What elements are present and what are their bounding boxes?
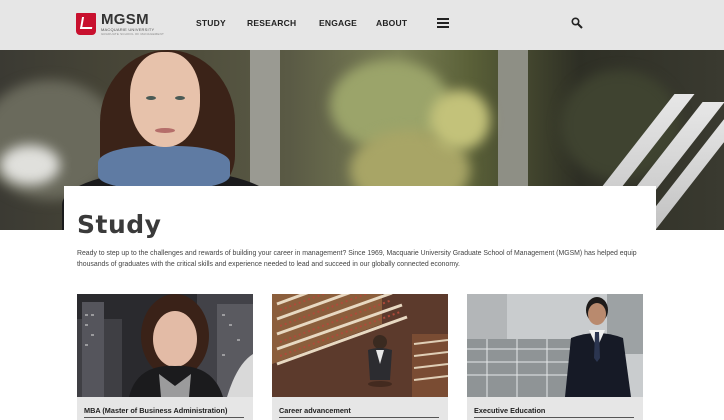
hero-portrait-eye (175, 96, 185, 100)
site-header: MGSM MACQUARIE UNIVERSITY GRADUATE SCHOO… (0, 0, 724, 50)
search-icon[interactable] (571, 16, 583, 29)
mgsm-logo[interactable]: MGSM MACQUARIE UNIVERSITY GRADUATE SCHOO… (76, 12, 164, 36)
nav-research[interactable]: RESEARCH (247, 18, 296, 28)
tile-label: MBA (Master of Business Administration) (84, 406, 228, 415)
tile-caption: MBA (Master of Business Administration) (77, 397, 253, 420)
tile-divider (474, 417, 634, 418)
tile-caption: Career advancement (272, 397, 448, 420)
hero-portrait-lips (155, 128, 175, 133)
career-image (272, 294, 448, 397)
nav-about[interactable]: ABOUT (376, 18, 407, 28)
tile-mba[interactable]: MBA (Master of Business Administration) (77, 294, 253, 420)
tile-divider (84, 417, 244, 418)
tile-career-advancement[interactable]: Career advancement (272, 294, 448, 420)
tile-label: Career advancement (279, 406, 351, 415)
hamburger-menu-icon[interactable] (437, 18, 449, 28)
executive-image (467, 294, 643, 397)
mba-image (77, 294, 253, 397)
nav-study[interactable]: STUDY (196, 18, 226, 28)
hero-portrait-scarf (98, 146, 230, 188)
tile-executive-education[interactable]: Executive Education (467, 294, 643, 420)
intro-text: Ready to step up to the challenges and r… (77, 250, 637, 268)
tile-divider (279, 417, 439, 418)
logo-text: MGSM MACQUARIE UNIVERSITY GRADUATE SCHOO… (101, 12, 164, 36)
tile-label: Executive Education (474, 406, 546, 415)
nav-engage[interactable]: ENGAGE (319, 18, 357, 28)
logo-school: GRADUATE SCHOOL OF MANAGEMENT (101, 32, 164, 36)
tile-caption: Executive Education (467, 397, 643, 420)
page-title: Study (77, 210, 162, 239)
hero-portrait-eye (146, 96, 156, 100)
university-crest-icon (76, 13, 96, 35)
logo-wordmark: MGSM (101, 11, 149, 28)
